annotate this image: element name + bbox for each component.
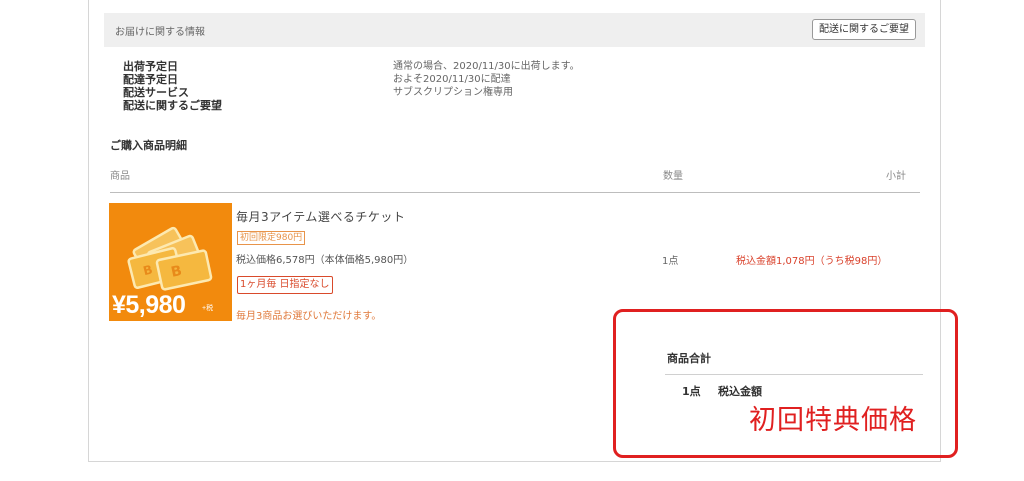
item-quantity: 1点 (662, 256, 679, 267)
delivery-info-header: お届けに関する情報 配送に関するご要望 (104, 13, 925, 47)
product-thumbnail[interactable]: B B ¥5,980 +税 (109, 203, 232, 321)
delivery-service-value: サブスクリプション権専用 (393, 87, 513, 98)
column-divider (110, 192, 920, 193)
thumbnail-price: ¥5,980 (112, 291, 186, 319)
delivery-info-title: お届けに関する情報 (115, 27, 205, 38)
first-time-badge: 初回限定980円 (237, 231, 306, 245)
summary-total-label: 税込金額 (718, 385, 762, 398)
column-header-product: 商品 (110, 171, 130, 182)
thumbnail-tax-label: +税 (202, 305, 214, 312)
summary-quantity: 1点 (682, 385, 701, 398)
column-header-quantity: 数量 (663, 171, 683, 182)
summary-divider (665, 374, 923, 375)
column-header-subtotal: 小計 (886, 171, 906, 182)
delivery-request-label: 配送に関するご要望 (123, 99, 222, 112)
monthly-schedule-badge: 1ヶ月毎 日指定なし (237, 276, 333, 294)
item-subtotal: 税込金額1,078円（うち税98円） (736, 256, 888, 267)
order-details-title: ご購入商品明細 (110, 139, 187, 152)
summary-title: 商品合計 (667, 352, 711, 365)
delivery-request-button[interactable]: 配送に関するご要望 (812, 19, 916, 40)
special-price-annotation: 初回特典価格 (749, 405, 917, 436)
product-tax-price: 税込価格6,578円（本体価格5,980円） (236, 255, 414, 266)
product-name[interactable]: 毎月3アイテム選べるチケット (236, 208, 405, 225)
product-note: 毎月3商品お選びいただけます。 (236, 311, 382, 322)
